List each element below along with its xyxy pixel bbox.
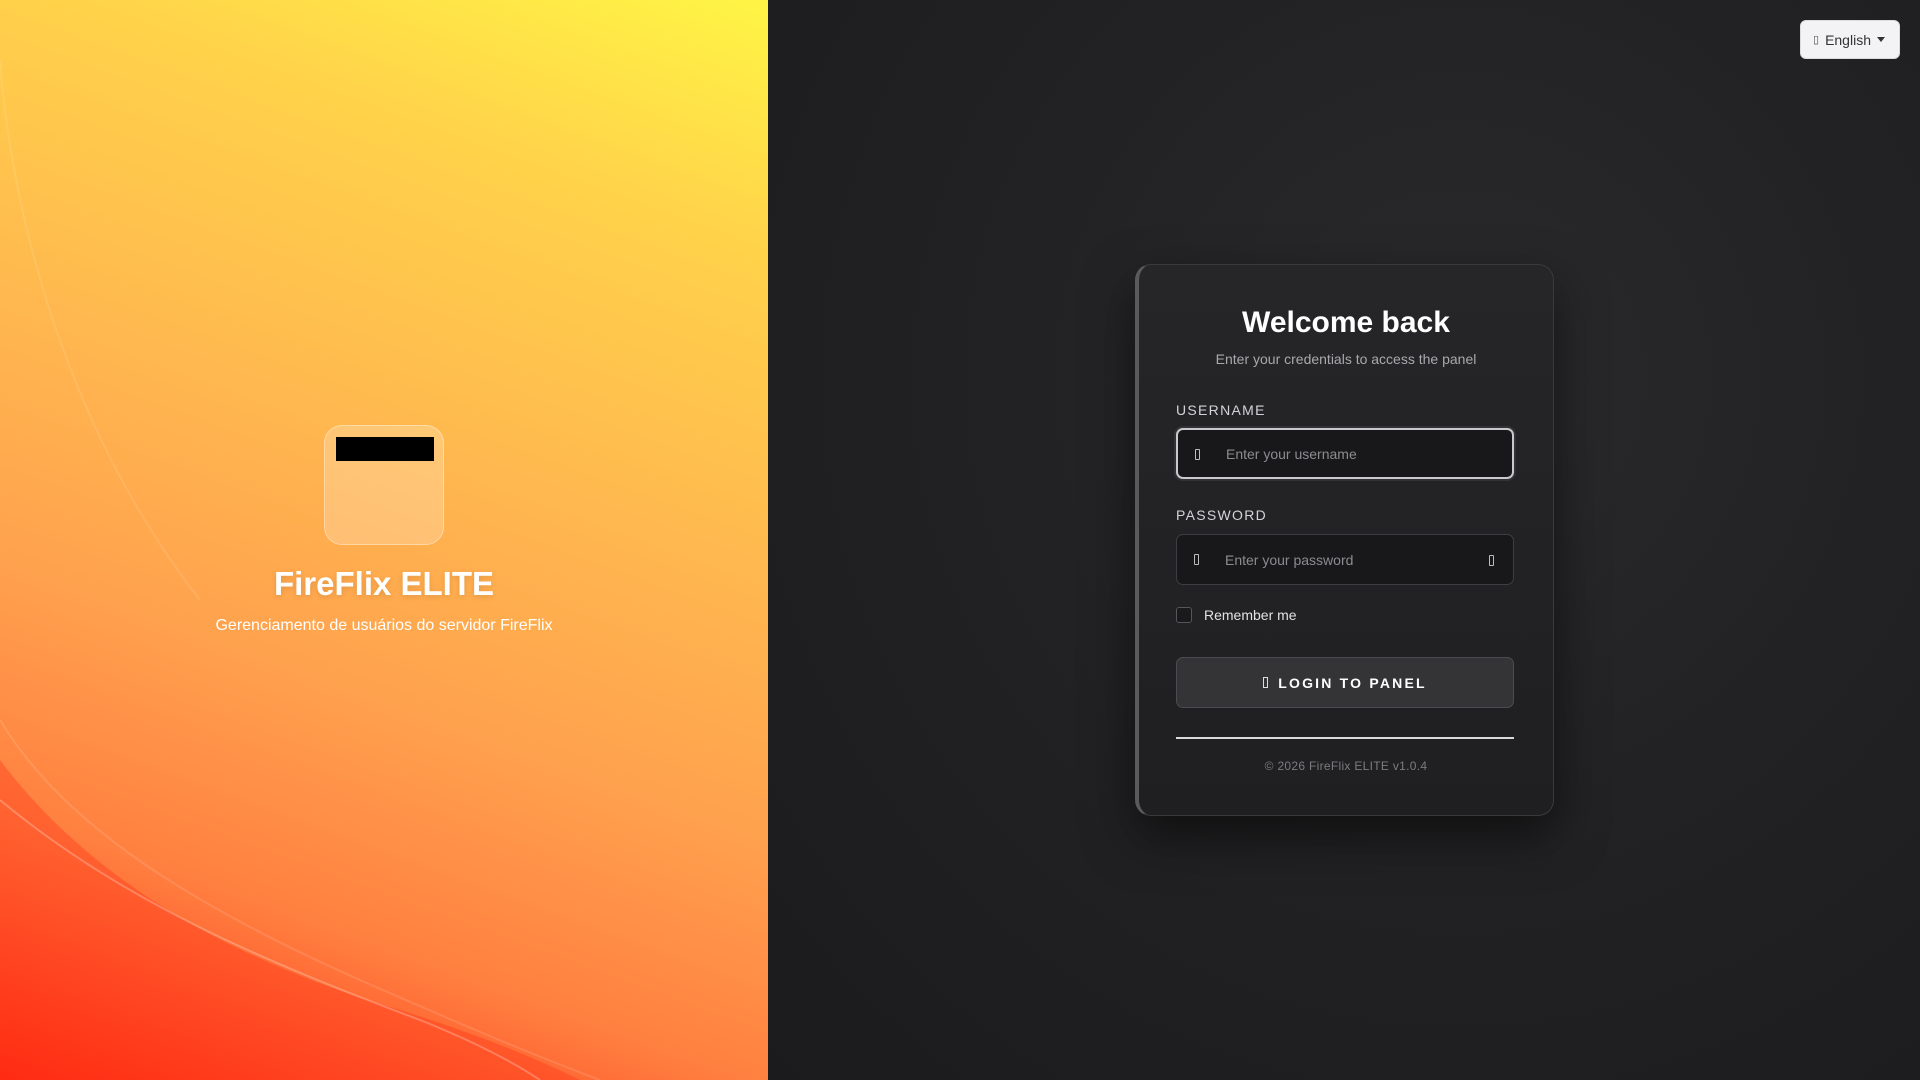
login-button-label: LOGIN TO PANEL	[1278, 674, 1427, 691]
user-icon	[1192, 446, 1202, 462]
username-label: USERNAME	[1176, 402, 1266, 418]
divider	[1176, 737, 1514, 739]
eye-icon[interactable]	[1486, 552, 1496, 568]
remember-me-label: Remember me	[1204, 607, 1297, 623]
login-button[interactable]: LOGIN TO PANEL	[1176, 657, 1514, 708]
brand-panel: FireFlix ELITE Gerenciamento de usuários…	[0, 0, 768, 1080]
lock-icon	[1191, 551, 1201, 567]
checkbox-box[interactable]	[1176, 607, 1192, 623]
brand-subtitle: Gerenciamento de usuários do servidor Fi…	[215, 617, 553, 634]
globe-icon: ▯	[1813, 34, 1820, 46]
username-field	[1176, 428, 1514, 479]
sign-in-icon	[1263, 677, 1269, 688]
language-dropdown[interactable]: ▯ English	[1800, 20, 1900, 59]
brand-title: FireFlix ELITE	[273, 565, 495, 602]
logo-mark	[336, 437, 434, 461]
logo	[324, 425, 444, 545]
remember-me-checkbox[interactable]: Remember me	[1176, 607, 1297, 623]
chevron-down-icon	[1876, 37, 1885, 42]
password-input[interactable]	[1225, 535, 1465, 584]
login-card: Welcome back Enter your credentials to a…	[1135, 264, 1554, 816]
footer-copyright: © 2026 FireFlix ELITE v1.0.4	[1264, 759, 1428, 773]
language-label: English	[1825, 31, 1871, 48]
username-input[interactable]	[1226, 430, 1466, 477]
brand-block: FireFlix ELITE Gerenciamento de usuários…	[0, 425, 768, 635]
login-title: Welcome back	[1242, 306, 1450, 339]
password-label: PASSWORD	[1176, 507, 1268, 523]
login-subtitle: Enter your credentials to access the pan…	[1215, 351, 1477, 367]
eye-glyph	[1486, 552, 1496, 568]
password-field	[1176, 534, 1514, 585]
